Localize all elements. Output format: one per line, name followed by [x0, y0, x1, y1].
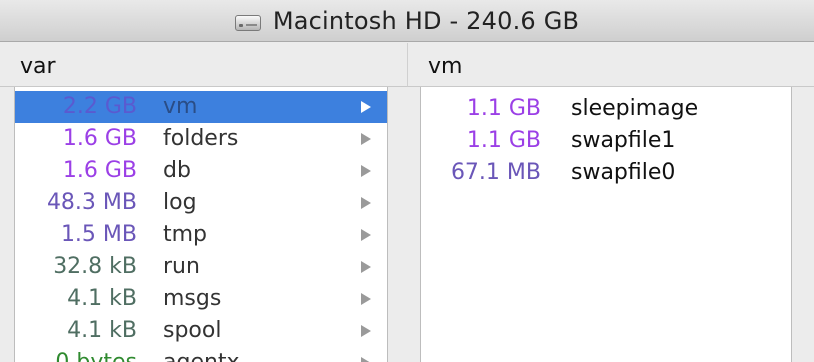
folder-list-var[interactable]: 2.2 GB vm 1.6 GB folders 1.6 GB db 48.3 MB log 1… [14, 87, 388, 362]
list-item[interactable]: 1.6 GB folders [15, 123, 387, 155]
folder-list-vm[interactable]: 1.1 GB sleepimage 1.1 GB swapfile1 67.1 MB sw… [420, 87, 792, 362]
list-item[interactable]: 1.5 MB tmp [15, 219, 387, 251]
list-item[interactable]: 1.1 GB sleepimage [421, 93, 791, 125]
item-name: run [163, 254, 200, 279]
item-name: swapfile0 [571, 160, 676, 185]
window-title: Macintosh HD - 240.6 GB [272, 6, 580, 35]
hard-disk-icon [234, 11, 261, 33]
list-item[interactable]: 4.1 kB msgs [15, 283, 387, 315]
disclosure-arrow-icon[interactable] [361, 357, 371, 362]
disclosure-arrow-icon[interactable] [361, 229, 371, 241]
item-size: 1.1 GB [466, 128, 541, 153]
item-size: 32.8 kB [53, 254, 137, 279]
item-size: 1.6 GB [62, 158, 137, 183]
item-size: 1.1 GB [466, 96, 541, 121]
item-name: spool [163, 318, 222, 343]
item-name: tmp [163, 222, 208, 247]
item-name: vm [163, 94, 198, 119]
item-size: 2.2 GB [62, 94, 137, 119]
item-size: 4.1 kB [67, 318, 137, 343]
disclosure-arrow-icon[interactable] [361, 101, 371, 113]
item-size: 67.1 MB [450, 160, 541, 185]
item-name: sleepimage [571, 96, 699, 121]
list-item[interactable]: 32.8 kB run [15, 251, 387, 283]
item-size: 0 bytes [55, 350, 137, 362]
list-item[interactable]: 67.1 MB swapfile0 [421, 157, 791, 189]
item-size: 4.1 kB [67, 286, 137, 311]
list-item[interactable]: 2.2 GB vm [15, 91, 387, 123]
column-header-label: vm [428, 54, 463, 79]
item-size: 1.5 MB [60, 222, 137, 247]
item-name: log [163, 190, 197, 215]
item-name: folders [163, 126, 239, 151]
column-header-label: var [20, 54, 56, 79]
list-item[interactable]: 1.6 GB db [15, 155, 387, 187]
column-header-vm: vm [407, 43, 814, 87]
item-name: msgs [163, 286, 222, 311]
item-name: swapfile1 [571, 128, 676, 153]
item-size: 48.3 MB [46, 190, 137, 215]
item-size: 1.6 GB [62, 126, 137, 151]
disclosure-arrow-icon[interactable] [361, 325, 371, 337]
window-titlebar: Macintosh HD - 240.6 GB [0, 0, 814, 42]
list-item[interactable]: 4.1 kB spool [15, 315, 387, 347]
disclosure-arrow-icon[interactable] [361, 165, 371, 177]
list-item[interactable]: 48.3 MB log [15, 187, 387, 219]
item-name: db [163, 158, 191, 183]
gutter [0, 87, 14, 362]
column-header-var: var [0, 43, 407, 87]
list-item[interactable]: 1.1 GB swapfile1 [421, 125, 791, 157]
item-name: agentx [163, 350, 240, 362]
disclosure-arrow-icon[interactable] [361, 197, 371, 209]
gutter [388, 87, 420, 362]
gutter [792, 87, 814, 362]
list-item[interactable]: 0 bytes agentx [15, 347, 387, 362]
disclosure-arrow-icon[interactable] [361, 261, 371, 273]
disclosure-arrow-icon[interactable] [361, 293, 371, 305]
disclosure-arrow-icon[interactable] [361, 133, 371, 145]
